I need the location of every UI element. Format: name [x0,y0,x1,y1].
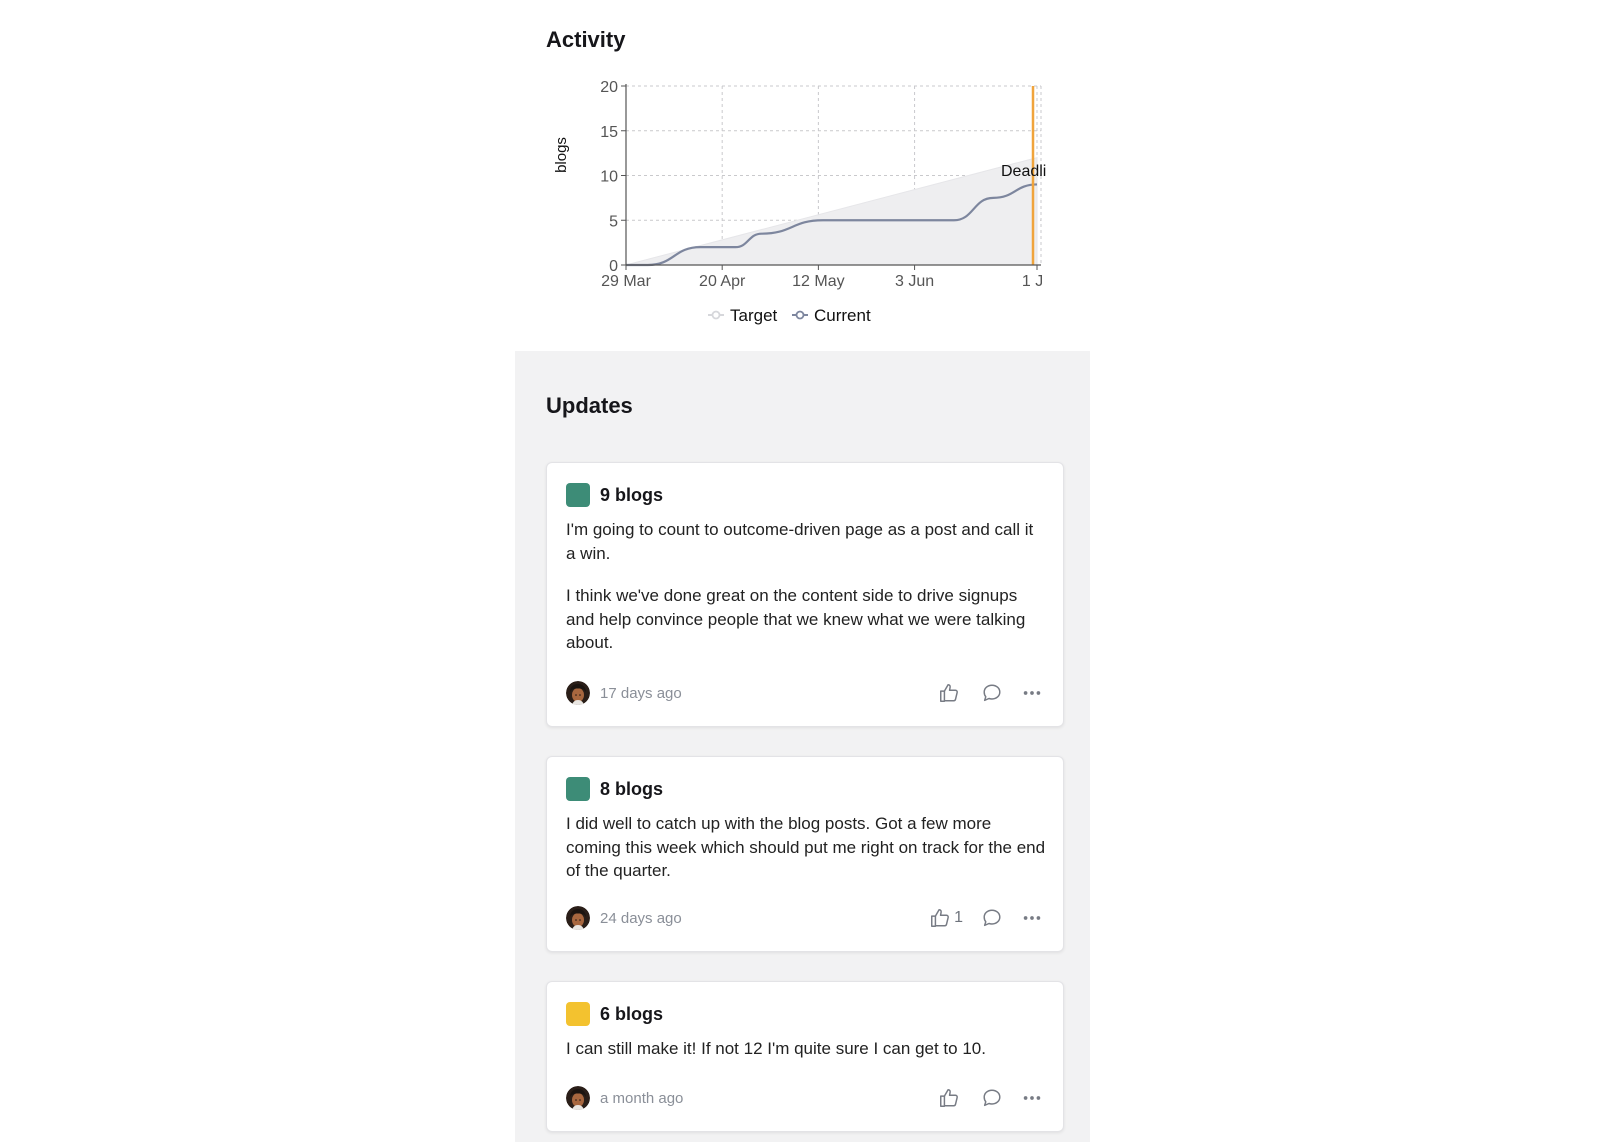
update-header: 8 blogs [566,777,663,801]
more-button[interactable] [1021,907,1043,929]
more-options-icon [1021,1087,1043,1109]
thumbs-up-icon [929,907,951,929]
legend-swatch-marker [711,310,721,320]
more-button[interactable] [1021,682,1043,704]
update-card[interactable]: 9 blogs I'm going to count to outcome-dr… [546,462,1064,727]
avatar[interactable] [566,681,590,705]
x-tick-label: 12 May [792,273,844,290]
update-footer: 24 days ago 1 [566,905,1043,931]
update-card[interactable]: 8 blogs I did well to catch up with the … [546,756,1064,952]
update-actions: 1 [911,907,1043,929]
deadline-label: Deadli [1001,163,1046,180]
update-value: 8 blogs [600,778,664,799]
update-time[interactable]: 24 days ago [600,910,682,927]
update-card[interactable]: 6 blogs I can still make it! If not 12 I… [546,981,1064,1132]
legend-swatch-marker [795,310,805,320]
status-swatch [566,777,590,801]
like-count: 1 [954,909,963,926]
more-options-icon [1021,682,1043,704]
like-button[interactable] [938,1087,963,1109]
comment-button[interactable] [981,682,1003,704]
legend-label: Current [814,306,871,325]
y-tick-label: 20 [600,79,618,96]
comment-icon [981,1087,1003,1109]
more-button[interactable] [1021,1087,1043,1109]
update-time[interactable]: a month ago [600,1090,683,1107]
activity-section: Activity Deadli 0 5 10 15 20 29 Mar 20 Apr 12 M… [515,0,1090,351]
update-paragraph: I think we've done great on the content … [566,586,1026,652]
x-tick-label: 29 Mar [601,273,651,290]
thumbs-up-icon [938,682,960,704]
update-body: I did well to catch up with the blog pos… [566,812,1046,902]
x-tick-label: 1 Ju [1022,273,1052,290]
updates-section: Updates 9 blogs I'm going to count to ou… [515,351,1090,1142]
chart-legend[interactable]: Target Current [708,306,871,325]
activity-chart: Deadli 0510152029 Mar 20 Apr 12 May 3 Jun 1 … [553,79,1052,325]
like-button[interactable]: 1 [929,907,963,929]
comment-button[interactable] [981,1087,1003,1109]
y-tick-label: 15 [600,124,618,141]
update-footer: a month ago [566,1085,1043,1111]
update-header: 9 blogs [566,483,663,507]
update-value: 9 blogs [600,484,664,505]
comment-button[interactable] [981,907,1003,929]
update-paragraph: I can still make it! If not 12 I'm quite… [566,1039,986,1058]
more-options-icon [1021,907,1043,929]
update-body: I'm going to count to outcome-driven pag… [566,518,1046,674]
goal-panel: Activity Deadli 0 5 10 15 20 29 Mar 20 Apr 12 M… [515,0,1090,1142]
legend-label: Target [730,306,778,325]
y-axis-label: blogs [553,137,570,173]
status-swatch [566,1002,590,1026]
y-tick-label: 10 [600,169,618,186]
update-paragraph: I did well to catch up with the blog pos… [566,814,1046,880]
comment-icon [981,907,1003,929]
update-actions [920,1087,1043,1109]
x-tick-label: 20 Apr [699,273,746,290]
thumbs-up-icon [938,1087,960,1109]
status-swatch [566,483,590,507]
y-tick-label: 5 [609,213,618,230]
update-actions [920,682,1043,704]
updates-title: Updates [546,393,633,418]
update-paragraph: I'm going to count to outcome-driven pag… [566,520,1034,563]
update-footer: 17 days ago [566,680,1043,706]
update-header: 6 blogs [566,1002,663,1026]
x-tick-label: 3 Jun [895,273,934,290]
like-button[interactable] [938,682,963,704]
comment-icon [981,682,1003,704]
update-body: I can still make it! If not 12 I'm quite… [566,1037,1046,1080]
avatar[interactable] [566,1086,590,1110]
update-time[interactable]: 17 days ago [600,685,682,702]
avatar[interactable] [566,906,590,930]
update-value: 6 blogs [600,1003,664,1024]
